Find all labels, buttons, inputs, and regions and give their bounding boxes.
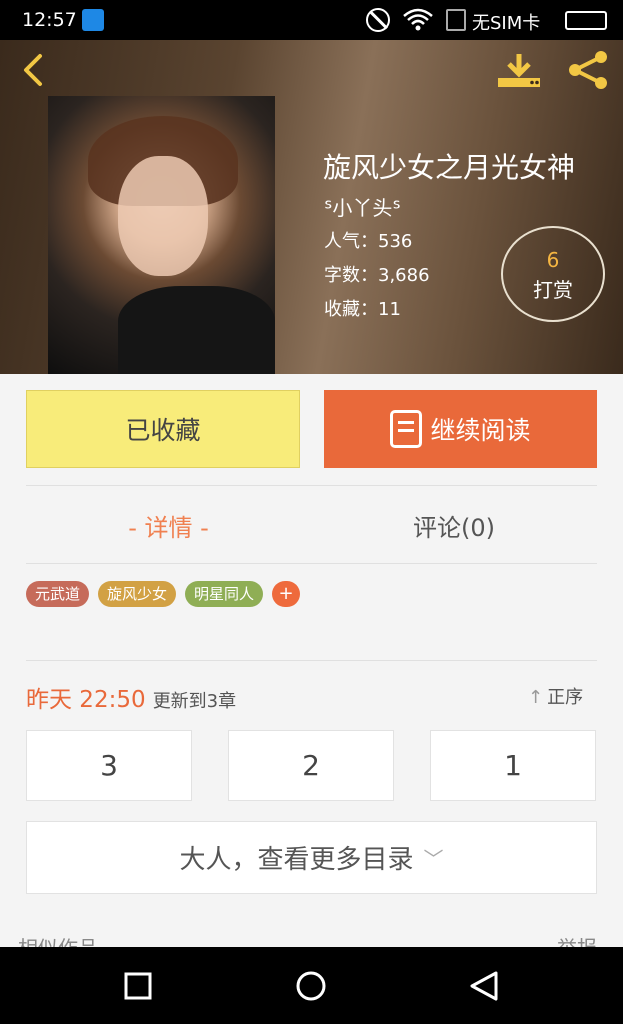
favorites-label: 收藏： [324,299,378,320]
popularity-label: 人气： [324,231,378,252]
update-time: 昨天 22:50 [26,687,146,713]
popularity-stat: 人气：536 [324,227,412,253]
divider [26,563,597,564]
book-icon [390,410,423,448]
arrow-up-icon: ↑ [528,687,544,708]
book-detail-content: 已收藏 继续阅读 - 详情 - 评论(0) 元武道 旋风少女 明星同人 + 昨天… [0,374,623,960]
tab-detail[interactable]: - 详情 - [26,508,311,543]
tip-button[interactable]: 6 打赏 [501,226,605,322]
download-icon[interactable] [494,50,544,90]
chapter-button[interactable]: 1 [430,730,596,801]
chapter-button[interactable]: 3 [26,730,192,801]
home-icon[interactable] [281,965,341,1007]
update-info: 昨天 22:50 更新到3章 [26,680,236,714]
battery-icon [565,11,607,30]
word-count-label: 字数： [324,265,378,286]
tag-item[interactable]: 旋风少女 [98,581,177,607]
word-count-stat: 字数：3,686 [324,261,430,287]
back-triangle-icon[interactable] [454,965,514,1007]
add-tag-button[interactable]: + [272,581,301,607]
status-bar: 12:57 无SIM卡 [0,0,623,40]
shield-icon [82,9,104,31]
sim-icon [446,9,466,31]
sort-order-button[interactable]: ↑ 正序 [528,683,583,709]
navigation-bar [0,947,623,1024]
do-not-disturb-icon [366,8,390,32]
continue-reading-button[interactable]: 继续阅读 [324,390,597,468]
more-catalog-label: 大人，查看更多目录 [179,845,414,875]
sort-order-label: 正序 [547,687,584,708]
tab-comments[interactable]: 评论(0) [311,508,597,543]
wifi-icon [402,8,434,37]
divider [26,660,597,661]
update-text: 更新到3章 [152,691,237,712]
book-cover-image[interactable] [48,96,275,374]
status-time: 12:57 [22,9,77,31]
chevron-down-icon: ﹀ [423,847,444,871]
tag-item[interactable]: 明星同人 [185,581,264,607]
tip-label: 打赏 [533,278,573,302]
book-title: 旋风少女之月光女神 [323,151,576,184]
tag-list: 元武道 旋风少女 明星同人 + [26,581,301,607]
recent-apps-icon[interactable] [108,965,168,1007]
popularity-value: 536 [378,231,413,252]
book-header: 旋风少女之月光女神 ᔆ小丫头ᔆ 人气：536 字数：3,686 收藏：11 6 … [0,40,623,374]
book-author[interactable]: ᔆ小丫头ᔆ [324,192,401,221]
divider [26,485,597,486]
sim-status: 无SIM卡 [472,13,541,34]
word-count-value: 3,686 [378,265,430,286]
favorited-button[interactable]: 已收藏 [26,390,300,468]
tip-count: 6 [546,248,560,272]
back-arrow-icon[interactable] [16,52,52,88]
favorites-stat: 收藏：11 [324,295,401,321]
tag-item[interactable]: 元武道 [26,581,90,607]
chapter-button[interactable]: 2 [228,730,394,801]
more-catalog-button[interactable]: 大人，查看更多目录 ﹀ [26,821,597,894]
continue-reading-label: 继续阅读 [430,416,531,445]
favorites-value: 11 [378,299,401,320]
share-icon[interactable] [563,48,613,92]
